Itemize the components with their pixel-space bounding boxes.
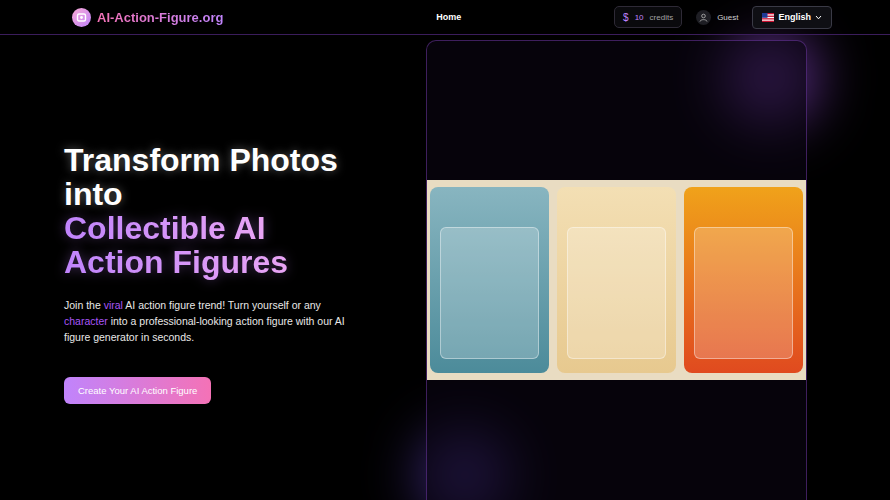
accent-word: character [64, 315, 108, 327]
dollar-icon: $ [623, 12, 629, 23]
hero-highlight-text: Action Figures [64, 244, 288, 280]
description-text: Join the [64, 299, 104, 311]
hero-highlight-text: Collectible AI [64, 210, 266, 246]
language-label[interactable]: English [778, 12, 811, 22]
nav-link[interactable]: Home [436, 12, 461, 22]
credits-label: credits [650, 13, 674, 22]
us-flag-icon [762, 13, 774, 22]
user-icon [699, 13, 708, 22]
chevron-down-icon [815, 15, 822, 20]
user-menu[interactable]: Guest [696, 10, 738, 25]
hero-title-line: Transform Photos [64, 143, 362, 177]
description-text: AI action figure trend! Turn yourself or… [123, 299, 321, 311]
logo-text[interactable]: AI-Action-Figure.org [97, 10, 223, 25]
figure-blister [694, 227, 793, 359]
figure-package [557, 187, 676, 373]
create-figure-button[interactable]: Create Your AI Action Figure [64, 377, 211, 404]
accent-word: viral [104, 299, 123, 311]
figure-package [684, 187, 803, 373]
hero-highlight-line: Action Figures [64, 245, 362, 279]
nav-actions: $10 credits Guest English [614, 6, 832, 29]
figure-blister [440, 227, 539, 359]
hero-text: Transform PhotosintoCollectible AIAction… [0, 35, 362, 500]
logo-mark [72, 8, 91, 27]
credits-badge[interactable]: $10 credits [614, 6, 682, 28]
showcase-card [426, 40, 807, 500]
figure-package [430, 187, 549, 373]
camera-icon [76, 12, 87, 23]
hero-highlight-line: Collectible AI [64, 211, 362, 245]
logo[interactable]: AI-Action-Figure.org [72, 8, 223, 27]
top-nav: AI-Action-Figure.org Home $10 credits Guest E… [0, 0, 890, 35]
hero-title-line: into [64, 177, 362, 211]
figure-blister [567, 227, 666, 359]
language-button[interactable]: English [752, 6, 832, 29]
hero-description: Join the viral AI action figure trend! T… [64, 297, 362, 345]
example-photo [427, 180, 806, 380]
user-label[interactable]: Guest [717, 13, 738, 22]
hero-visual [362, 35, 890, 500]
user-avatar [696, 10, 711, 25]
nav-links: Home [223, 12, 614, 22]
credits-count: 10 [635, 13, 644, 22]
hero-section: Transform PhotosintoCollectible AIAction… [0, 35, 890, 500]
